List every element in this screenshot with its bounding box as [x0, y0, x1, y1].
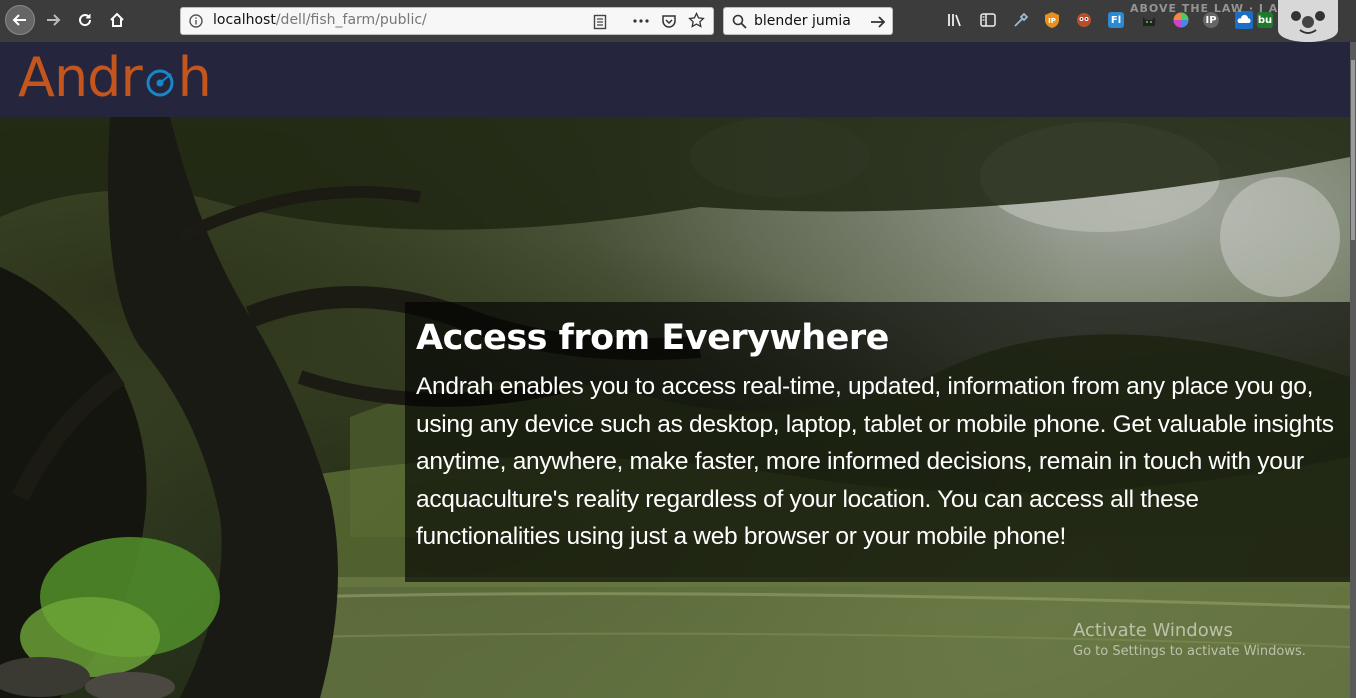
arrow-right-icon	[47, 14, 61, 26]
home-button[interactable]	[102, 5, 132, 35]
bookmark-star-icon[interactable]	[688, 12, 705, 29]
sidebar-icon[interactable]	[979, 11, 997, 29]
site-logo[interactable]: Andr h	[18, 46, 212, 109]
search-bar[interactable]: blender jumia	[723, 7, 893, 35]
library-icon[interactable]	[946, 11, 964, 29]
url-path: /dell/fish_farm/public/	[275, 12, 427, 28]
back-button[interactable]	[5, 5, 35, 35]
forward-button[interactable]	[38, 5, 68, 35]
mask-avatar-icon	[1278, 0, 1338, 42]
activate-windows-notice: Activate Windows Go to Settings to activ…	[1073, 620, 1306, 659]
search-input[interactable]: blender jumia	[754, 13, 851, 29]
scrollbar-thumb[interactable]	[1351, 60, 1355, 240]
privacy-badger-icon[interactable]	[1075, 11, 1093, 29]
url-text[interactable]: localhost/dell/fish_farm/public/	[213, 12, 427, 28]
activate-windows-title: Activate Windows	[1073, 620, 1233, 641]
ublock-label: IP	[1048, 17, 1056, 25]
url-bar[interactable]: localhost/dell/fish_farm/public/	[180, 7, 714, 35]
theme-watermark: ABOVE THE LAW · I AM FREE	[1120, 0, 1350, 42]
reader-view-icon[interactable]	[593, 14, 607, 30]
reload-icon	[79, 14, 92, 27]
more-actions-icon[interactable]	[633, 19, 649, 23]
logo-text-end: h	[177, 46, 212, 109]
arrow-left-icon	[12, 14, 26, 26]
hero-title: Access from Everywhere	[416, 318, 889, 358]
search-go-icon[interactable]	[870, 15, 886, 29]
home-icon	[110, 12, 124, 27]
logo-text-start: Andr	[18, 46, 143, 109]
info-icon[interactable]	[189, 14, 203, 28]
hero-description: Andrah enables you to access real-time, …	[416, 373, 1334, 550]
reload-button[interactable]	[70, 5, 100, 35]
eyedropper-icon[interactable]	[1012, 11, 1030, 29]
url-host: localhost	[213, 12, 276, 28]
pocket-icon[interactable]	[661, 13, 677, 29]
search-icon	[732, 14, 747, 29]
browser-toolbar: localhost/dell/fish_farm/public/ blender…	[0, 0, 1356, 43]
logo-ring-icon	[144, 51, 176, 97]
activate-windows-subtitle: Go to Settings to activate Windows.	[1073, 644, 1306, 659]
ublock-icon[interactable]: IP	[1043, 11, 1061, 29]
